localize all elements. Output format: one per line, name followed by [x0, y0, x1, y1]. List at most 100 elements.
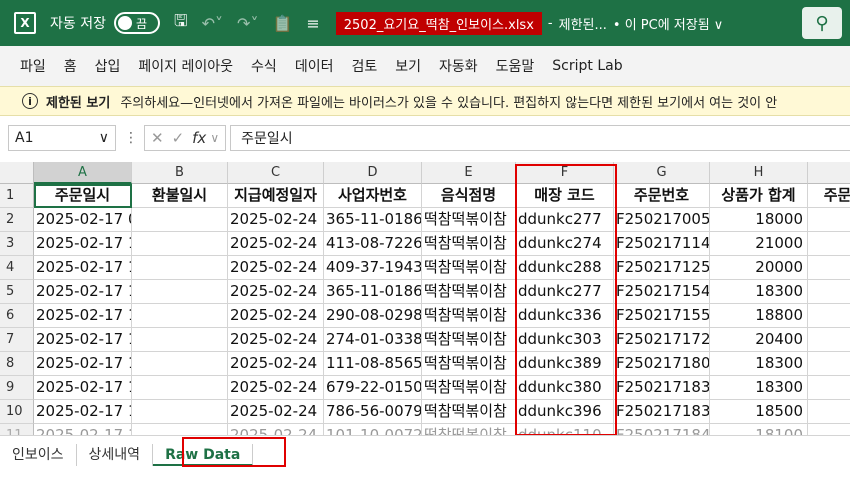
menu-file[interactable]: 파일: [20, 56, 46, 76]
cell-refund-datetime[interactable]: [132, 232, 228, 256]
cell-order-number[interactable]: F2502171552: [614, 304, 710, 328]
cell-payout-date[interactable]: 2025-02-24: [228, 376, 324, 400]
cell-order-number[interactable]: F2502171803: [614, 352, 710, 376]
cell-store-code[interactable]: ddunkc288: [516, 256, 614, 280]
chevron-down-icon[interactable]: ∨: [210, 131, 219, 145]
cell-store-code[interactable]: ddunkc303: [516, 328, 614, 352]
menu-automate[interactable]: 자동화: [439, 56, 478, 76]
cell-order-extra[interactable]: [808, 304, 850, 328]
cell-order-datetime[interactable]: 2025-02-17 00:53:09: [34, 208, 132, 232]
column-header-a[interactable]: A: [34, 162, 132, 184]
cell-refund-datetime[interactable]: [132, 280, 228, 304]
cell-restaurant-name[interactable]: 떡참떡볶이참: [422, 400, 516, 424]
cell-product-total[interactable]: 18300: [710, 376, 808, 400]
cell-order-extra[interactable]: [808, 352, 850, 376]
header-cell-payout-date[interactable]: 지급예정일자: [228, 184, 324, 208]
cell-product-total[interactable]: 21000: [710, 232, 808, 256]
column-header-b[interactable]: B: [132, 162, 228, 184]
enter-icon[interactable]: ✓: [172, 129, 185, 147]
menu-data[interactable]: 데이터: [295, 56, 334, 76]
search-icon[interactable]: ⚲: [802, 7, 842, 39]
cell-order-number[interactable]: F2502171832: [614, 376, 710, 400]
cell-business-number[interactable]: 365-11-0186: [324, 280, 422, 304]
row-header[interactable]: 10: [0, 400, 34, 424]
cell-order-extra[interactable]: [808, 256, 850, 280]
cell-business-number[interactable]: 679-22-0150: [324, 376, 422, 400]
cell-payout-date[interactable]: 2025-02-24: [228, 328, 324, 352]
cell-order-datetime[interactable]: 2025-02-17 15:49:11: [34, 280, 132, 304]
name-box[interactable]: A1 ∨: [8, 125, 116, 151]
cell-order-datetime[interactable]: 2025-02-17 12:52:02: [34, 256, 132, 280]
tab-details[interactable]: 상세내역: [77, 444, 154, 466]
cell-order-extra[interactable]: [808, 400, 850, 424]
cell-restaurant-name[interactable]: 떡참떡볶이참: [422, 328, 516, 352]
row-header[interactable]: 2: [0, 208, 34, 232]
cell-order-number[interactable]: F2502171548: [614, 280, 710, 304]
cell-payout-date[interactable]: 2025-02-24: [228, 304, 324, 328]
redo-icon[interactable]: ↷˅: [237, 14, 258, 33]
row-header[interactable]: 1: [0, 184, 34, 208]
select-all-corner[interactable]: [0, 162, 34, 184]
cell-refund-datetime[interactable]: [132, 376, 228, 400]
cell-store-code[interactable]: ddunkc274: [516, 232, 614, 256]
customize-icon[interactable]: ≡: [306, 14, 319, 33]
cell-store-code[interactable]: ddunkc389: [516, 352, 614, 376]
cell-business-number[interactable]: 290-08-0298: [324, 304, 422, 328]
cell-order-datetime[interactable]: 2025-02-17 11:43:42: [34, 232, 132, 256]
cell-restaurant-name[interactable]: 떡참떡볶이참: [422, 280, 516, 304]
cell-store-code[interactable]: ddunkc336: [516, 304, 614, 328]
cell-business-number[interactable]: 365-11-0186: [324, 208, 422, 232]
row-header[interactable]: 4: [0, 256, 34, 280]
cell-refund-datetime[interactable]: [132, 304, 228, 328]
cell-product-total[interactable]: 18500: [710, 400, 808, 424]
header-cell-refund-datetime[interactable]: 환불일시: [132, 184, 228, 208]
cell-store-code[interactable]: ddunkc277: [516, 208, 614, 232]
cell-order-extra[interactable]: [808, 328, 850, 352]
cell-business-number[interactable]: 786-56-0079: [324, 400, 422, 424]
column-header-d[interactable]: D: [324, 162, 422, 184]
cell-restaurant-name[interactable]: 떡참떡볶이참: [422, 352, 516, 376]
cell-payout-date[interactable]: 2025-02-24: [228, 352, 324, 376]
menu-formulas[interactable]: 수식: [251, 56, 277, 76]
cell-product-total[interactable]: 20400: [710, 328, 808, 352]
cell-product-total[interactable]: 18300: [710, 352, 808, 376]
cell-business-number[interactable]: 409-37-1943: [324, 256, 422, 280]
cell-order-extra[interactable]: [808, 280, 850, 304]
save-icon[interactable]: 🖫: [174, 10, 188, 37]
cell-order-number[interactable]: F2502170053: [614, 208, 710, 232]
cell-order-datetime[interactable]: 2025-02-17 15:53:00: [34, 304, 132, 328]
cell-order-number[interactable]: F2502171143: [614, 232, 710, 256]
cell-business-number[interactable]: 111-08-8565: [324, 352, 422, 376]
column-header-f[interactable]: F: [516, 162, 614, 184]
paste-icon[interactable]: 📋: [272, 14, 292, 33]
cell-store-code[interactable]: ddunkc277: [516, 280, 614, 304]
row-header[interactable]: 8: [0, 352, 34, 376]
cell-restaurant-name[interactable]: 떡참떡볶이참: [422, 376, 516, 400]
menu-review[interactable]: 검토: [351, 56, 377, 76]
save-location[interactable]: • 이 PC에 저장됨 ∨: [613, 14, 723, 33]
cell-product-total[interactable]: 20000: [710, 256, 808, 280]
cell-order-datetime[interactable]: 2025-02-17 17:21:37: [34, 328, 132, 352]
cell-restaurant-name[interactable]: 떡참떡볶이참: [422, 256, 516, 280]
header-cell-business-number[interactable]: 사업자번호: [324, 184, 422, 208]
cell-store-code[interactable]: ddunkc396: [516, 400, 614, 424]
row-header[interactable]: 5: [0, 280, 34, 304]
cell-order-extra[interactable]: [808, 208, 850, 232]
column-header-h[interactable]: H: [710, 162, 808, 184]
chevron-down-icon[interactable]: ∨: [99, 130, 109, 146]
cell-payout-date[interactable]: 2025-02-24: [228, 232, 324, 256]
header-cell-order-number[interactable]: 주문번호: [614, 184, 710, 208]
cell-refund-datetime[interactable]: [132, 328, 228, 352]
column-header-e[interactable]: E: [422, 162, 516, 184]
column-header-c[interactable]: C: [228, 162, 324, 184]
cell-business-number[interactable]: 413-08-7226: [324, 232, 422, 256]
header-cell-restaurant-name[interactable]: 음식점명: [422, 184, 516, 208]
cell-store-code[interactable]: ddunkc380: [516, 376, 614, 400]
cell-payout-date[interactable]: 2025-02-24: [228, 280, 324, 304]
cell-order-number[interactable]: F250217172C: [614, 328, 710, 352]
cell-refund-datetime[interactable]: [132, 208, 228, 232]
header-cell-order-datetime[interactable]: 주문일시: [34, 184, 132, 208]
menu-insert[interactable]: 삽입: [95, 56, 121, 76]
header-cell-store-code[interactable]: 매장 코드: [516, 184, 614, 208]
insert-function-icon[interactable]: fx: [192, 129, 206, 147]
